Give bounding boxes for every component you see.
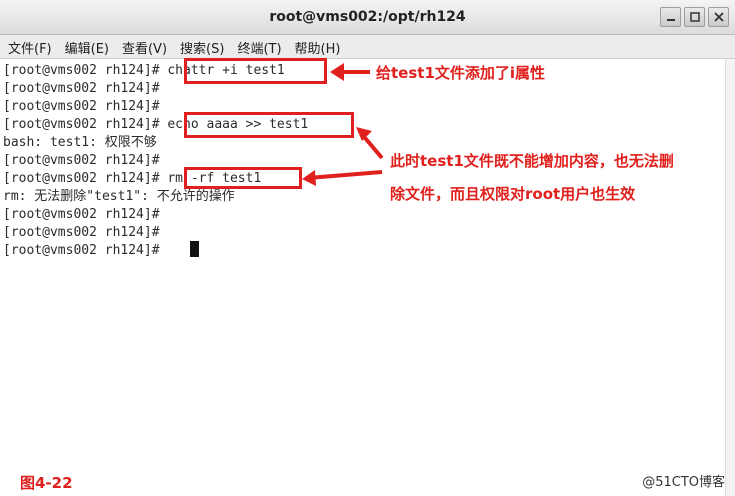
- annotation-note-2a: 此时test1文件既不能增加内容，也无法删: [390, 152, 674, 170]
- watermark: @51CTO博客: [642, 475, 725, 490]
- annotation-arrows: [302, 63, 384, 186]
- annotation-note-2b: 除文件，而且权限对root用户也生效: [390, 185, 636, 203]
- arrow-head-icon: [356, 127, 372, 141]
- figure-label: 图4-22: [20, 474, 73, 492]
- arrow-head-icon: [302, 170, 316, 186]
- annotation-note-1: 给test1文件添加了i属性: [376, 64, 546, 82]
- arrow-head-icon: [330, 63, 344, 81]
